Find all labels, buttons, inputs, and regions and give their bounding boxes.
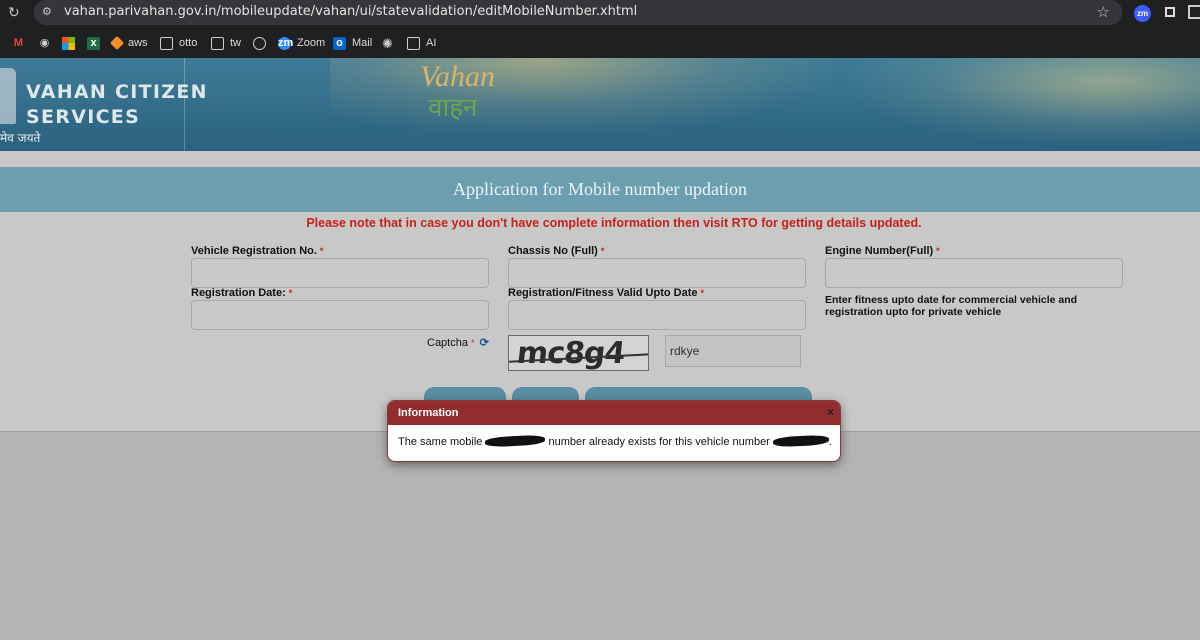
- bookmark-folder-tw[interactable]: tw: [211, 35, 241, 51]
- bookmark-gmail[interactable]: M: [12, 35, 31, 51]
- side-panel-icon[interactable]: [1188, 5, 1200, 19]
- redacted-mobile-number: [485, 434, 546, 448]
- redacted-vehicle-number: [772, 434, 830, 448]
- national-emblem-icon: [0, 68, 16, 124]
- bookmark-globe[interactable]: ◉: [38, 35, 57, 51]
- folder-icon: [160, 36, 173, 50]
- browser-toolbar: ↻ ⚙ vahan.parivahan.gov.in/mobileupdate/…: [0, 0, 1200, 27]
- bookmark-label: Zoom: [297, 37, 326, 49]
- dialog-message: The same mobile number already exists fo…: [398, 434, 832, 448]
- bookmark-label: Mail: [352, 37, 373, 49]
- bookmark-github[interactable]: [253, 35, 272, 51]
- required-marker: *: [319, 246, 324, 256]
- vehicle-registration-label: Vehicle Registration No. *: [191, 245, 324, 257]
- required-marker: *: [470, 338, 475, 348]
- bookmark-label: tw: [230, 37, 241, 49]
- qr-code-extension-icon[interactable]: [1163, 5, 1177, 19]
- engine-number-label: Engine Number(Full) *: [825, 245, 940, 257]
- github-icon: [253, 36, 266, 50]
- captcha-image-text: mc8g4: [515, 336, 627, 371]
- bookmark-excel[interactable]: x: [87, 35, 106, 51]
- bookmark-microsoft[interactable]: [62, 35, 81, 51]
- bookmark-label: aws: [128, 37, 148, 49]
- close-icon[interactable]: ×: [827, 405, 834, 419]
- captcha-refresh-icon[interactable]: ⟳: [480, 337, 489, 349]
- logo-line-2: SERVICES: [26, 106, 141, 128]
- required-marker: *: [288, 288, 293, 298]
- logo-line-1: VAHAN CITIZEN: [26, 81, 208, 103]
- registration-date-label: Registration Date: *: [191, 287, 293, 299]
- bookmark-label: AI: [426, 37, 437, 49]
- page-title: Application for Mobile number updation: [453, 179, 747, 199]
- bookmark-chatgpt[interactable]: ✺: [381, 35, 400, 51]
- banner-glow: [840, 58, 1200, 148]
- information-dialog: Information × The same mobile number alr…: [387, 400, 841, 462]
- bookmark-label: otto: [179, 37, 198, 49]
- microsoft-icon: [62, 36, 75, 50]
- banner-glow: [330, 58, 850, 138]
- zoom-extension-icon[interactable]: zm: [1134, 5, 1151, 22]
- required-marker: *: [700, 288, 704, 298]
- site-info-icon[interactable]: ⚙: [42, 5, 56, 19]
- banner-separator: [0, 151, 1200, 167]
- bookmark-aws[interactable]: aws: [109, 35, 148, 51]
- registration-date-input[interactable]: [191, 300, 489, 330]
- chatgpt-icon: ✺: [382, 35, 393, 51]
- captcha-label: Captcha * ⟳: [427, 337, 489, 349]
- captcha-input[interactable]: rdkye: [665, 335, 801, 367]
- required-marker: *: [600, 246, 605, 256]
- zoom-icon: zm: [278, 36, 294, 50]
- chassis-number-label: Chassis No (Full) *: [508, 245, 605, 257]
- mobile-update-form: Please note that in case you don't have …: [0, 212, 1200, 432]
- url-text[interactable]: vahan.parivahan.gov.in/mobileupdate/vaha…: [64, 4, 637, 19]
- emblem-motto: मेव जयते: [0, 131, 41, 145]
- vehicle-registration-input[interactable]: [191, 258, 489, 288]
- dialog-header: Information ×: [388, 401, 840, 425]
- rto-notice: Please note that in case you don't have …: [306, 216, 922, 230]
- address-bar[interactable]: ⚙ vahan.parivahan.gov.in/mobileupdate/va…: [34, 0, 1122, 25]
- page-title-bar: Application for Mobile number updation: [0, 167, 1200, 212]
- chassis-number-input[interactable]: [508, 258, 806, 288]
- excel-icon: x: [87, 36, 100, 50]
- fitness-date-hint: Enter fitness upto date for commercial v…: [825, 294, 1078, 318]
- aws-icon: [109, 35, 125, 51]
- bookmarks-bar: M ◉ x aws otto tw zm Zoom o Mail ✺ AI: [0, 27, 1200, 58]
- bookmark-mail[interactable]: o Mail: [333, 35, 372, 51]
- fitness-valid-upto-label: Registration/Fitness Valid Upto Date *: [508, 287, 704, 299]
- site-logo-text[interactable]: VAHAN CITIZEN SERVICES: [26, 80, 208, 130]
- engine-number-input[interactable]: [825, 258, 1123, 288]
- bookmark-folder-ai[interactable]: AI: [407, 35, 436, 51]
- bookmark-folder-otto[interactable]: otto: [160, 35, 197, 51]
- folder-icon: [407, 36, 420, 50]
- outlook-icon: o: [333, 36, 346, 50]
- vahan-brand-hindi: वाहन: [428, 93, 478, 123]
- logo-divider: [184, 58, 185, 151]
- bookmark-zoom[interactable]: zm Zoom: [278, 35, 325, 51]
- page: मेव जयते VAHAN CITIZEN SERVICES Vahan वा…: [0, 58, 1200, 640]
- reload-icon[interactable]: ↻: [8, 4, 24, 20]
- gmail-icon: M: [13, 36, 24, 49]
- bookmark-star-icon[interactable]: ☆: [1097, 3, 1110, 21]
- required-marker: *: [936, 246, 940, 256]
- fitness-valid-upto-input[interactable]: [508, 300, 806, 330]
- dialog-title: Information: [398, 407, 459, 419]
- captcha-image: mc8g4: [508, 335, 649, 371]
- globe-icon: ◉: [39, 36, 50, 49]
- folder-icon: [211, 36, 224, 50]
- site-banner: मेव जयते VAHAN CITIZEN SERVICES Vahan वा…: [0, 58, 1200, 151]
